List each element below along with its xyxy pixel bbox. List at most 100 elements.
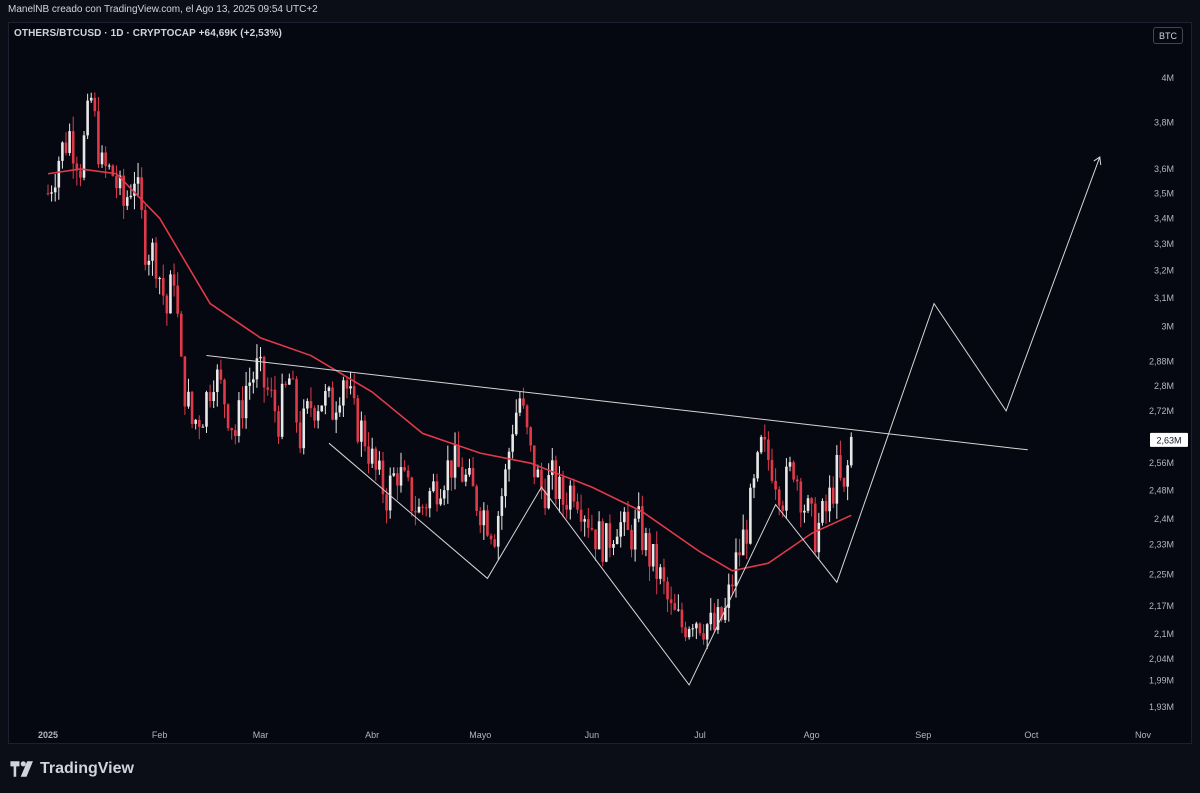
- candle-body: [698, 623, 702, 634]
- tradingview-logo: TradingView: [10, 760, 134, 778]
- y-tick-label: 1,99M: [1149, 676, 1174, 686]
- footer: [0, 748, 1200, 793]
- candle-body: [248, 382, 252, 386]
- candle-body: [806, 498, 810, 511]
- candle-body: [446, 460, 450, 491]
- candle-body: [504, 469, 507, 497]
- y-tick-label: 3,8M: [1154, 117, 1174, 127]
- candle-body: [61, 142, 64, 161]
- candle-body: [201, 426, 205, 428]
- x-tick-label: Mar: [253, 730, 269, 740]
- candle-body: [158, 278, 161, 280]
- x-tick-label: Oct: [1024, 730, 1039, 740]
- candle-body: [277, 411, 280, 437]
- candle-body: [561, 476, 565, 505]
- candle-body: [143, 209, 147, 265]
- candle-body: [100, 152, 104, 165]
- candle-body: [637, 506, 641, 519]
- candle-body: [392, 473, 396, 476]
- currency-badge[interactable]: BTC: [1153, 27, 1183, 44]
- x-tick-label: Jun: [585, 730, 600, 740]
- candle-body: [64, 142, 68, 153]
- candle-body: [331, 387, 334, 420]
- candle-body: [208, 392, 212, 402]
- y-tick-label: 2,88M: [1149, 357, 1174, 367]
- candle-body: [270, 389, 273, 391]
- candle-body: [399, 467, 403, 486]
- x-tick-label: Ago: [804, 730, 820, 740]
- candle-body: [684, 627, 687, 638]
- candle-body: [547, 475, 550, 509]
- candle-body: [50, 192, 53, 194]
- moving-average-line: [47, 168, 852, 572]
- candle-body: [187, 391, 190, 407]
- y-tick-label: 3,5M: [1154, 188, 1174, 198]
- candle-body: [824, 500, 828, 512]
- y-tick-label: 3M: [1161, 321, 1174, 331]
- candle-body: [432, 481, 435, 492]
- candle-body: [633, 518, 637, 550]
- candle-body: [738, 552, 741, 556]
- candle-body: [234, 430, 237, 436]
- candle-body: [795, 479, 799, 482]
- candle-body: [741, 529, 745, 556]
- tradingview-logo-icon: [10, 761, 33, 777]
- candle-body: [482, 510, 486, 526]
- candle-body: [428, 491, 432, 509]
- candle-body: [169, 274, 172, 314]
- candle-body: [673, 603, 677, 610]
- candle-body: [803, 510, 806, 513]
- candle-body: [421, 506, 424, 508]
- candle-body: [273, 389, 277, 412]
- candle-body: [648, 533, 651, 567]
- candle-body: [89, 97, 93, 101]
- candle-body: [457, 445, 460, 467]
- candle-body: [53, 187, 57, 193]
- y-tick-label: 2,4M: [1154, 514, 1174, 524]
- candle-body: [226, 404, 230, 429]
- tradingview-brand: TradingView: [40, 760, 134, 777]
- candle-body: [749, 487, 752, 544]
- candle-body: [165, 295, 169, 314]
- candle-body: [475, 486, 478, 512]
- candle-body: [605, 523, 608, 562]
- candle-body: [82, 135, 86, 178]
- candle-body: [176, 285, 179, 314]
- x-tick-label: Abr: [365, 730, 379, 740]
- candle-body: [334, 412, 338, 420]
- candle-body: [677, 609, 680, 611]
- candle-body: [835, 454, 839, 504]
- candle-body: [713, 612, 716, 630]
- candle-body: [788, 462, 792, 467]
- candle-body: [352, 386, 356, 399]
- candle-body: [705, 624, 709, 640]
- candle-body: [767, 439, 770, 460]
- candle-body: [655, 544, 659, 579]
- candle-body: [601, 521, 605, 562]
- candle-body: [439, 498, 442, 505]
- candle-body: [183, 356, 187, 407]
- candle-body: [151, 242, 154, 261]
- candle-body: [478, 511, 482, 526]
- y-tick-label: 2,25M: [1149, 570, 1174, 580]
- candle-body: [262, 356, 266, 388]
- price-chart[interactable]: 4M 3,8M 3,6M 3,5M 3,4M 3,3M 3,2M 3,1M 3M 2,88M 2,8…: [0, 0, 1200, 793]
- candle-body: [792, 462, 795, 480]
- candle-body: [687, 629, 691, 638]
- candle-body: [79, 170, 82, 178]
- y-tick-label: 2,33M: [1149, 539, 1174, 549]
- candle-body: [709, 612, 713, 625]
- candle-body: [442, 490, 446, 499]
- candle-body: [615, 536, 619, 545]
- candle-body: [849, 436, 853, 466]
- x-tick-label: Mayo: [469, 730, 491, 740]
- candle-body: [536, 469, 540, 478]
- candle-body: [93, 97, 97, 112]
- candle-body: [338, 405, 342, 413]
- y-tick-label: 2,48M: [1149, 486, 1174, 496]
- candle-body: [590, 527, 594, 530]
- candle-body: [518, 398, 522, 413]
- candle-body: [280, 383, 284, 437]
- candle-body: [68, 131, 71, 153]
- candle-body: [223, 379, 226, 405]
